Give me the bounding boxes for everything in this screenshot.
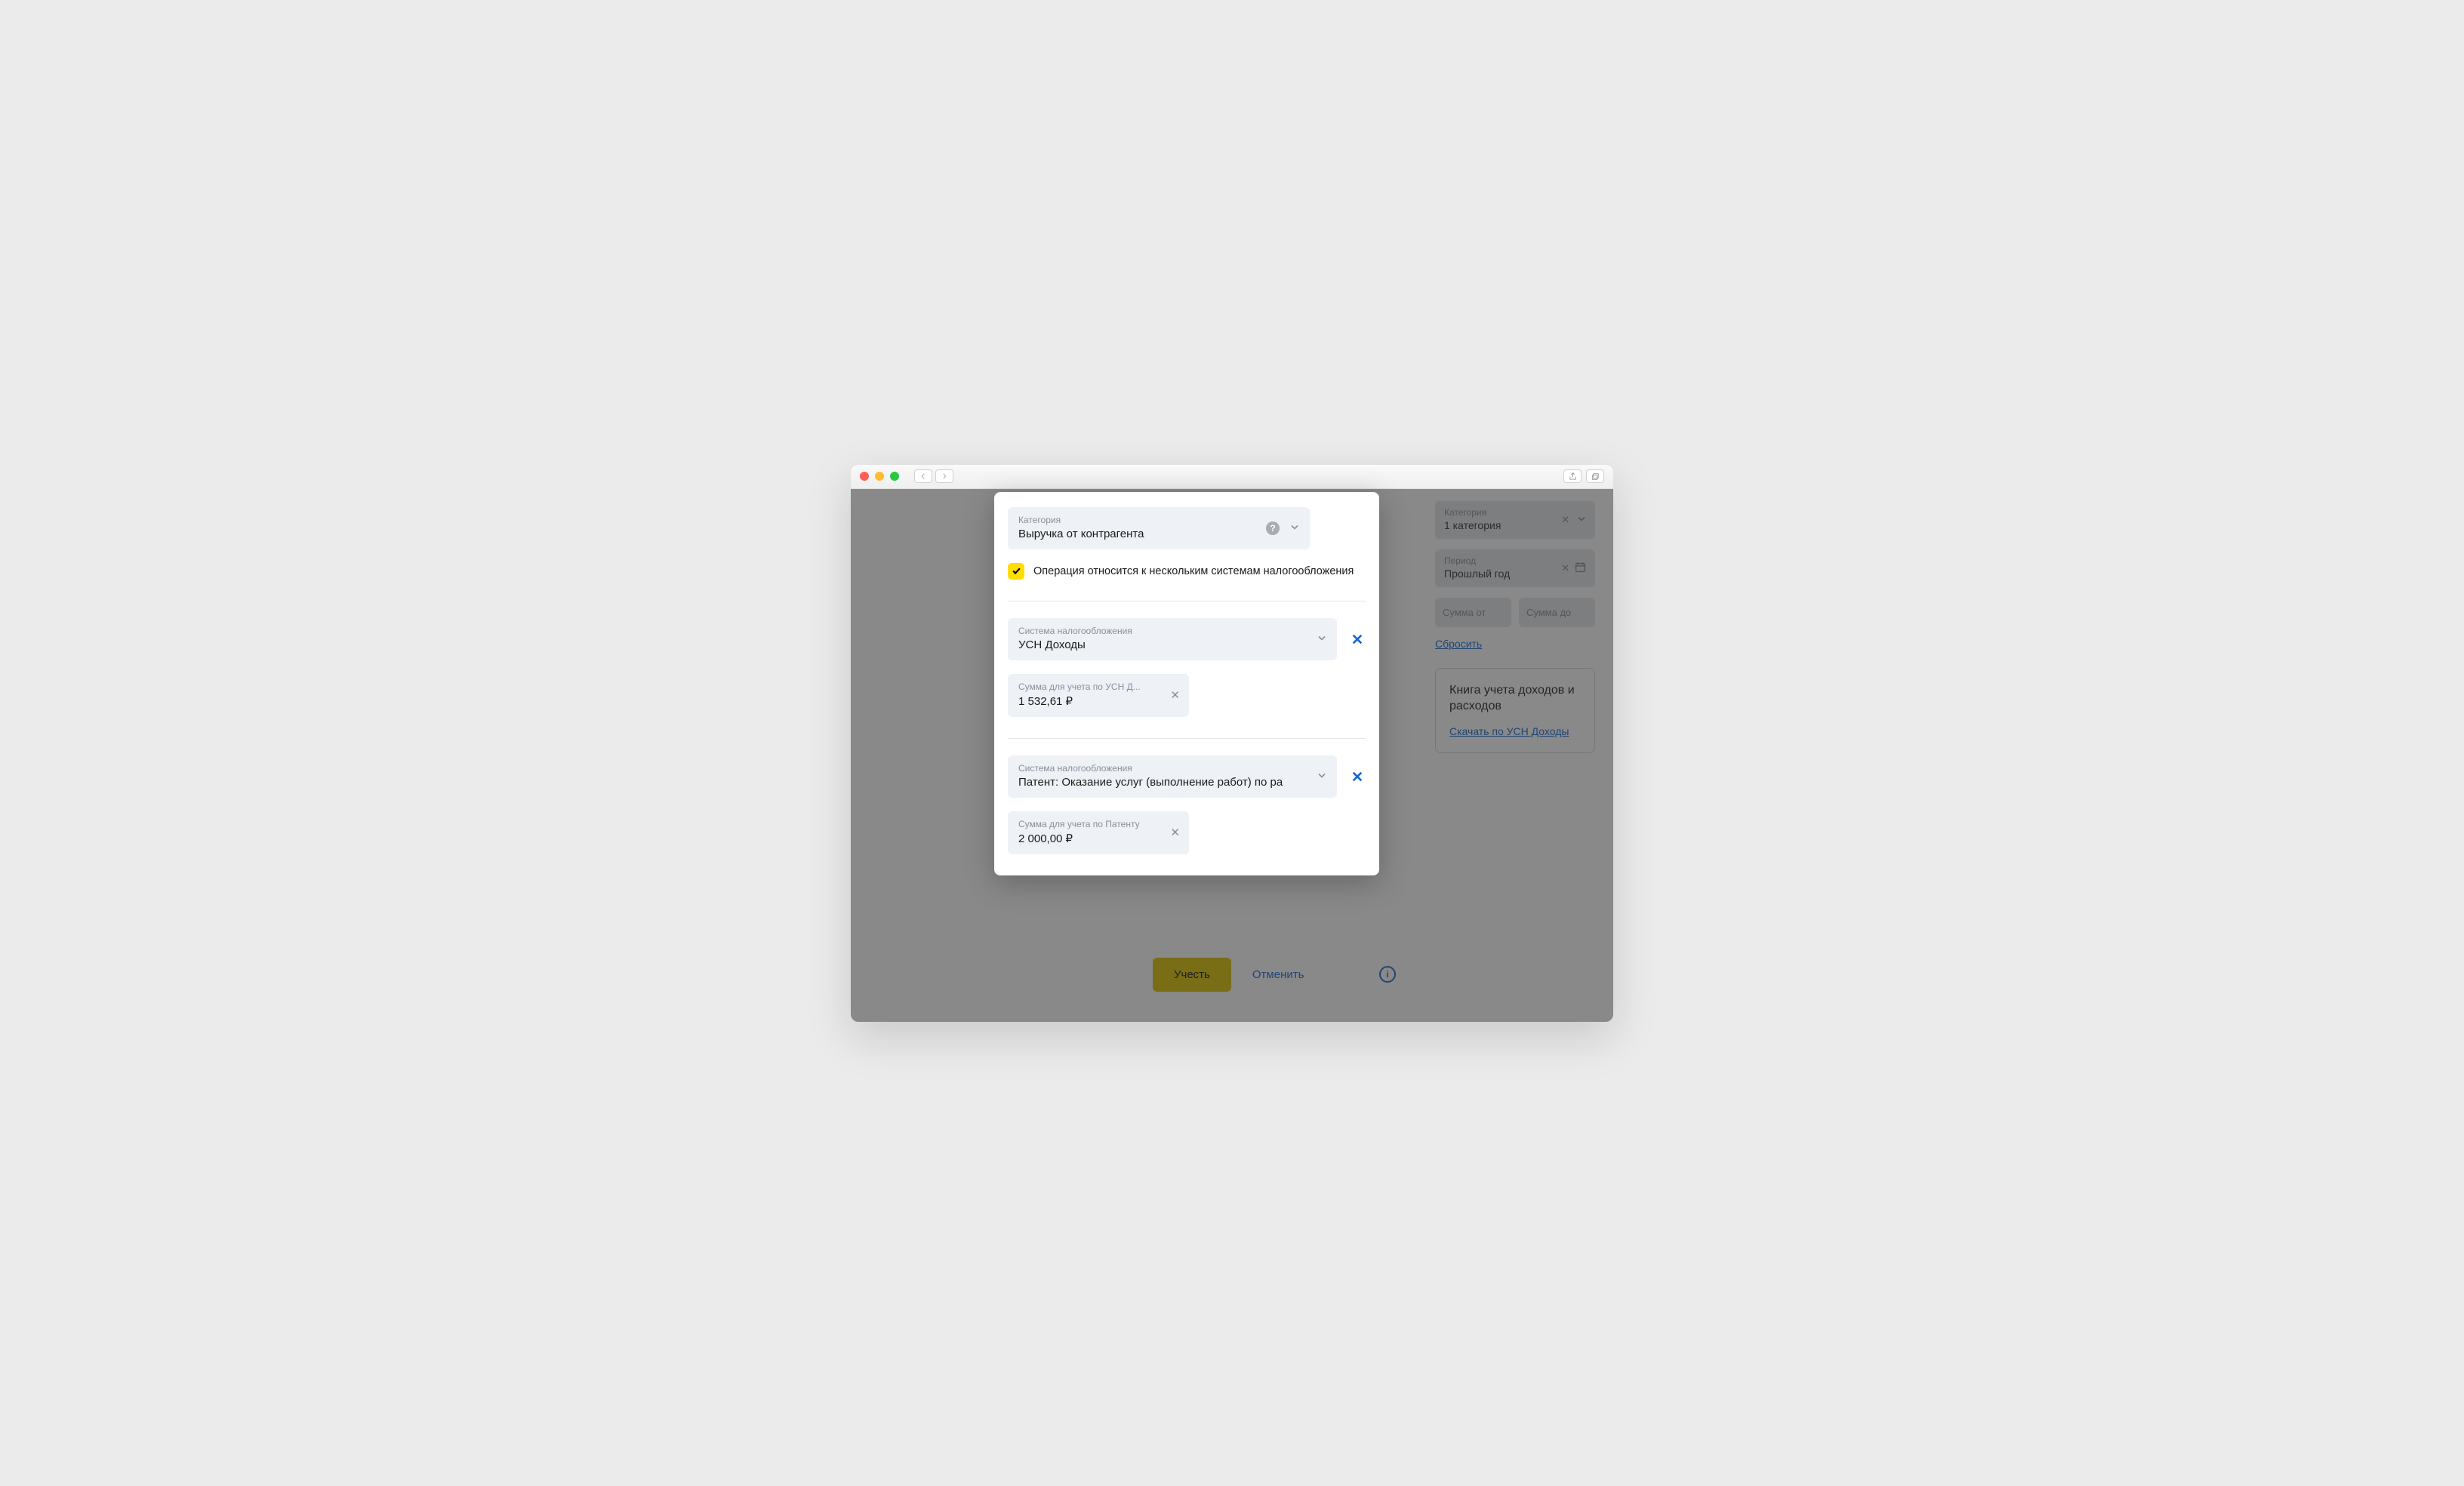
chevron-down-icon bbox=[1290, 522, 1299, 534]
chevron-down-icon bbox=[1317, 633, 1326, 645]
tax-amount-label: Сумма для учета по УСН Д... bbox=[1018, 681, 1147, 692]
tax-system-select[interactable]: Система налогообложения Патент: Оказание… bbox=[1008, 755, 1337, 798]
help-icon[interactable]: ? bbox=[1266, 521, 1280, 535]
tax-system-select[interactable]: Система налогообложения УСН Доходы bbox=[1008, 618, 1337, 660]
browser-window: Категория 1 категория ✕ Период Прошлый г… bbox=[851, 465, 1613, 1022]
share-button[interactable] bbox=[1563, 469, 1582, 483]
multi-tax-checkbox-label: Операция относится к нескольким системам… bbox=[1033, 563, 1354, 580]
close-window-button[interactable] bbox=[860, 472, 869, 481]
operation-modal: Категория Выручка от контрагента ? Опера… bbox=[994, 492, 1379, 875]
nav-buttons bbox=[914, 469, 953, 483]
divider bbox=[1008, 738, 1366, 739]
tax-system-value: УСН Доходы bbox=[1018, 638, 1326, 651]
tax-block-2: Система налогообложения Патент: Оказание… bbox=[1008, 755, 1366, 798]
content-area: Категория 1 категория ✕ Период Прошлый г… bbox=[851, 489, 1613, 1022]
tax-system-value: Патент: Оказание услуг (выполнение работ… bbox=[1018, 776, 1298, 789]
tax-amount-field[interactable]: Сумма для учета по УСН Д... 1 532,61 ₽ ✕ bbox=[1008, 674, 1189, 717]
maximize-window-button[interactable] bbox=[890, 472, 899, 481]
tax-amount-label: Сумма для учета по Патенту bbox=[1018, 819, 1147, 829]
clear-amount-icon[interactable]: ✕ bbox=[1170, 688, 1180, 702]
multi-tax-checkbox[interactable] bbox=[1008, 563, 1024, 580]
chevron-down-icon bbox=[1317, 771, 1326, 782]
tax-system-label: Система налогообложения bbox=[1018, 626, 1326, 636]
traffic-lights bbox=[860, 472, 899, 481]
clear-amount-icon[interactable]: ✕ bbox=[1170, 826, 1180, 839]
tax-amount-field[interactable]: Сумма для учета по Патенту 2 000,00 ₽ ✕ bbox=[1008, 811, 1189, 854]
title-actions bbox=[1563, 469, 1604, 483]
tax-amount-value: 2 000,00 ₽ bbox=[1018, 832, 1178, 845]
nav-forward-button[interactable] bbox=[935, 469, 953, 483]
remove-tax-block-button[interactable] bbox=[1349, 631, 1366, 648]
category-label: Категория bbox=[1018, 515, 1299, 525]
tax-system-label: Система налогообложения bbox=[1018, 763, 1326, 774]
titlebar bbox=[851, 465, 1613, 489]
category-value: Выручка от контрагента bbox=[1018, 528, 1299, 540]
tabs-button[interactable] bbox=[1586, 469, 1604, 483]
nav-back-button[interactable] bbox=[914, 469, 932, 483]
tax-amount-value: 1 532,61 ₽ bbox=[1018, 694, 1178, 708]
tax-block-1: Система налогообложения УСН Доходы bbox=[1008, 618, 1366, 660]
category-select[interactable]: Категория Выручка от контрагента ? bbox=[1008, 507, 1310, 549]
remove-tax-block-button[interactable] bbox=[1349, 768, 1366, 785]
multi-tax-checkbox-row: Операция относится к нескольким системам… bbox=[1008, 563, 1366, 580]
minimize-window-button[interactable] bbox=[875, 472, 884, 481]
